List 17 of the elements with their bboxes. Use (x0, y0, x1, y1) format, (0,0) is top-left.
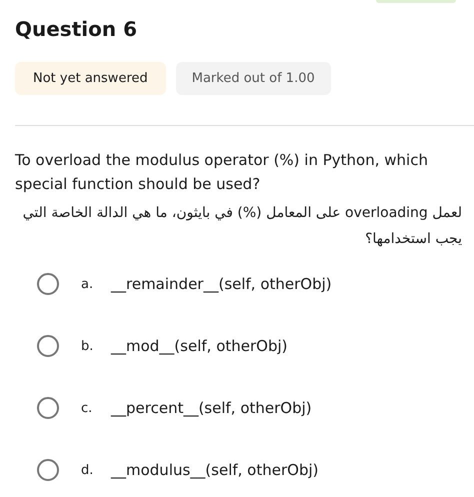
option-letter: a. (81, 276, 94, 292)
radio-button[interactable] (37, 273, 59, 295)
option-letter: b. (81, 338, 94, 354)
question-translation: لعمل overloading على المعامل (%) في بايثون، ما هي الدالة الخاصة التي يجب استخدامها؟ (22, 204, 462, 249)
radio-button[interactable] (37, 459, 59, 481)
option-text[interactable]: __remainder__(self, otherObj) (111, 275, 332, 293)
option-text[interactable]: __mod__(self, otherObj) (111, 337, 288, 355)
radio-button[interactable] (37, 397, 59, 419)
option-text[interactable]: __modulus__(self, otherObj) (111, 461, 318, 479)
question-title: Question 6 (15, 16, 137, 42)
option-text[interactable]: __percent__(self, otherObj) (111, 399, 312, 417)
question-text: To overload the modulus operator (%) in Python, which special function should be used? (15, 150, 429, 195)
status-badge: Marked out of 1.00 (176, 62, 331, 95)
option-letter: d. (81, 462, 94, 478)
status-badge: Not yet answered (15, 62, 166, 95)
radio-button[interactable] (37, 335, 59, 357)
option-letter: c. (81, 400, 94, 416)
